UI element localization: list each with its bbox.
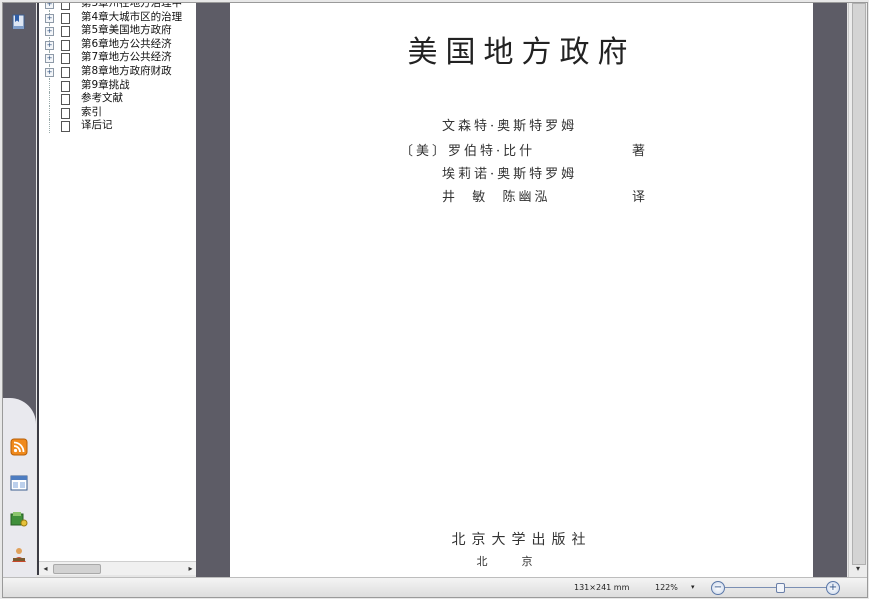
outline-item-label: 第6章地方公共经济 (81, 37, 172, 50)
page-icon (61, 26, 70, 38)
expand-icon[interactable]: + (45, 3, 54, 9)
publisher-city: 北京 (476, 555, 567, 568)
status-bar: 131×241 mm 122% ▾ − + (3, 577, 867, 597)
scroll-left-icon[interactable]: ◂ (40, 563, 51, 574)
translator-role: 译 (632, 190, 646, 205)
outline-item[interactable]: 索引 (39, 105, 197, 120)
bookmark-icon[interactable] (10, 13, 28, 31)
author-line: 〔美〕罗伯特·比什 (400, 144, 536, 159)
outline-item[interactable]: + 第7章地方公共经济 (39, 51, 197, 65)
page-icon (61, 53, 70, 65)
outline-tree: + 第3章州在地方治理中 + 第4章大城市区的治理 + 第5章美国地方政府 + 第6章地方公共… (39, 3, 197, 133)
outline-panel: + 第3章州在地方治理中 + 第4章大城市区的治理 + 第5章美国地方政府 + 第6章地方公共… (37, 3, 198, 575)
zoom-in-icon[interactable]: + (826, 581, 840, 595)
side-rail (3, 3, 36, 577)
vertical-scroll-thumb[interactable] (852, 3, 866, 565)
outline-item-label: 索引 (81, 105, 102, 118)
outline-item-label: 第3章州在地方治理中 (81, 3, 183, 9)
author-line: 埃莉诺·奥斯特罗姆 (442, 167, 578, 182)
outline-item[interactable]: + 第4章大城市区的治理 (39, 10, 197, 25)
tree-line (49, 92, 51, 106)
outline-horizontal-scrollbar[interactable]: ◂ ▸ (39, 561, 197, 575)
page-icon (61, 66, 70, 78)
page-icon (61, 39, 70, 51)
outline-item-label: 第7章地方公共经济 (81, 51, 172, 64)
outline-item-label: 第4章大城市区的治理 (81, 10, 183, 23)
outline-item[interactable]: + 第3章州在地方治理中 (39, 3, 197, 11)
outline-item[interactable]: 参考文献 (39, 92, 197, 106)
tree-line (49, 78, 51, 93)
outline-item-label: 译后记 (81, 119, 113, 132)
page-icon (61, 121, 70, 133)
expand-icon[interactable]: + (45, 67, 54, 77)
outline-item-label: 第9章挑战 (81, 78, 130, 91)
zoom-readout[interactable]: 122% (655, 583, 678, 592)
outline-item[interactable]: + 第6章地方公共经济 (39, 37, 197, 52)
zoom-slider-thumb[interactable] (776, 583, 786, 593)
outline-item[interactable]: + 第5章美国地方政府 (39, 24, 197, 38)
document-page: 美国地方政府 文森特·奥斯特罗姆 〔美〕罗伯特·比什 著 埃莉诺·奥斯特罗姆 井… (230, 3, 813, 577)
author-line: 文森特·奥斯特罗姆 (442, 119, 578, 134)
vertical-scrollbar[interactable]: ▾ (848, 3, 867, 577)
outline-item[interactable]: + 第8章地方政府财政 (39, 64, 197, 79)
scroll-thumb[interactable] (53, 564, 101, 574)
outline-item[interactable]: 第9章挑战 (39, 78, 197, 93)
expand-icon[interactable]: + (45, 54, 54, 64)
book-title: 美国地方政府 (407, 35, 636, 70)
publisher: 北京大学出版社 (451, 532, 592, 548)
rail-tab-area (3, 398, 36, 577)
thumbnails-icon[interactable] (10, 474, 28, 492)
page-icon (61, 3, 70, 10)
outline-item-label: 第8章地方政府财政 (81, 64, 172, 77)
tree-line (49, 105, 51, 120)
scroll-right-icon[interactable]: ▸ (185, 563, 196, 574)
page-icon (61, 94, 70, 106)
outline-item-label: 第5章美国地方政府 (81, 24, 172, 37)
user-icon[interactable] (10, 546, 28, 564)
page-icon (61, 12, 70, 24)
document-viewport: 美国地方政府 文森特·奥斯特罗姆 〔美〕罗伯特·比什 著 埃莉诺·奥斯特罗姆 井… (196, 3, 847, 577)
expand-icon[interactable]: + (45, 40, 54, 50)
expand-icon[interactable]: + (45, 27, 54, 37)
expand-icon[interactable]: + (45, 13, 54, 23)
scroll-down-icon[interactable]: ▾ (852, 563, 864, 575)
outline-item[interactable]: 译后记 (39, 119, 197, 133)
reader-window: + 第3章州在地方治理中 + 第4章大城市区的治理 + 第5章美国地方政府 + 第6章地方公共… (2, 2, 868, 598)
page-icon (61, 107, 70, 119)
page-icon (61, 80, 70, 92)
page-size-readout: 131×241 mm (574, 583, 630, 592)
attachment-icon[interactable] (10, 510, 28, 528)
author-role: 著 (632, 144, 646, 159)
translator-line: 井 敏 陈幽泓 (442, 190, 551, 205)
tree-line (49, 119, 51, 133)
zoom-out-icon[interactable]: − (711, 581, 725, 595)
rss-icon[interactable] (10, 438, 28, 456)
outline-item-label: 参考文献 (81, 92, 123, 105)
zoom-dropdown-icon[interactable]: ▾ (691, 583, 695, 591)
